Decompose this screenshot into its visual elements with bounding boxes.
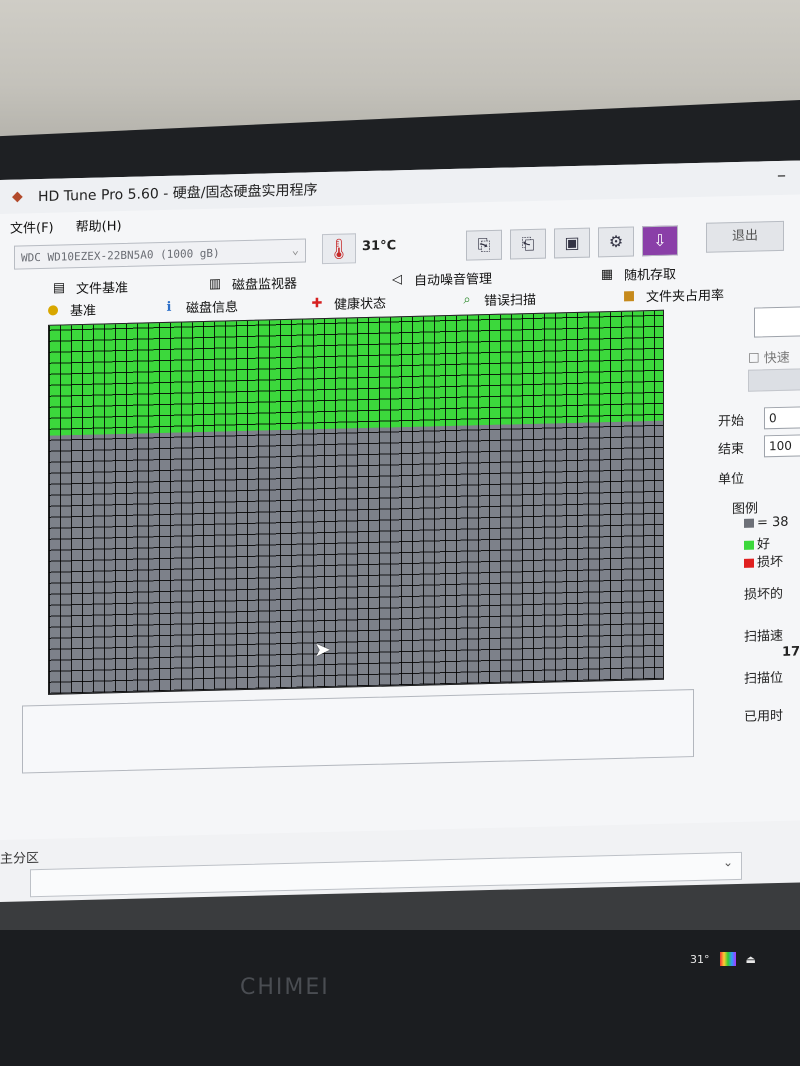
scan-log-box [22, 689, 694, 774]
hdtune-window: ◆ HD Tune Pro 5.60 - 硬盘/固态硬盘实用程序 – 文件(F)… [0, 160, 800, 860]
save-button[interactable]: ⇩ [642, 225, 678, 257]
drive-select[interactable]: WDC WD10EZEX-22BN5A0 (1000 gB) ⌄ [14, 238, 306, 270]
options-button[interactable]: ⚙ [598, 226, 634, 258]
title-bar: ◆ HD Tune Pro 5.60 - 硬盘/固态硬盘实用程序 – [0, 160, 800, 214]
legend-bad-text: 损坏 [757, 554, 784, 571]
tab-label: 磁盘监视器 [232, 276, 298, 294]
quick-scan-checkbox[interactable]: ☐ 快速 [748, 347, 790, 367]
error-scan-grid: ➤ [48, 309, 664, 695]
legend-block-text: = 38 [757, 514, 789, 531]
tab-error-scan[interactable]: ⌕ 错误扫描 [458, 289, 536, 310]
tab-health[interactable]: ✚ 健康状态 [308, 293, 386, 314]
tab-label: 基准 [70, 303, 97, 320]
start-input[interactable]: 0 [764, 406, 800, 430]
color-tray-icon[interactable] [719, 952, 736, 966]
disk-monitor-icon: ▥ [208, 276, 222, 292]
damaged-label: 损坏的 [744, 586, 784, 603]
tab-random-access[interactable]: ▦ 随机存取 [598, 263, 676, 284]
tab-disk-monitor[interactable]: ▥ 磁盘监视器 [206, 273, 297, 294]
green-swatch-icon [744, 540, 754, 550]
menu-file[interactable]: 文件(F) [10, 217, 54, 240]
elapsed-time-label: 已用时 [744, 708, 784, 725]
tab-file-benchmark[interactable]: ▤ 文件基准 [50, 277, 128, 298]
red-cross-icon: ✚ [311, 295, 323, 311]
unit-label: 单位 [718, 471, 745, 488]
monitor-screen: ◆ HD Tune Pro 5.60 - 硬盘/固态硬盘实用程序 – 文件(F)… [0, 130, 800, 950]
minimize-button[interactable]: – [777, 165, 786, 186]
tab-label: 随机存取 [624, 267, 677, 284]
legend-good: 好 [744, 533, 770, 553]
hdtune-logo-icon: ◆ [12, 188, 23, 205]
scan-speed-value: 17 [782, 644, 800, 660]
window-title: HD Tune Pro 5.60 - 硬盘/固态硬盘实用程序 [38, 182, 318, 206]
monitor-bezel-bottom [0, 930, 800, 1066]
mouse-cursor-icon: ➤ [314, 636, 331, 662]
magnifier-icon: ⌕ [463, 291, 471, 308]
start-label: 开始 [718, 413, 745, 430]
info-icon: ℹ [166, 299, 172, 315]
copy-text-button[interactable]: ⎗ [510, 228, 546, 260]
partition-dropdown[interactable]: ⌄ [30, 851, 742, 898]
start-scan-button[interactable] [754, 306, 800, 338]
screenshot-button[interactable]: ▣ [554, 227, 590, 259]
tab-folder-usage[interactable]: ■ 文件夹占用率 [620, 284, 724, 306]
tab-label: 文件夹占用率 [646, 288, 725, 306]
chevron-down-icon: ⌄ [722, 855, 733, 870]
tab-aam[interactable]: ◁ 自动噪音管理 [388, 268, 492, 290]
copy-info-button[interactable]: ⎘ [466, 229, 502, 261]
scan-position-label: 扫描位 [744, 670, 784, 687]
tab-disk-info[interactable]: ℹ 磁盘信息 [160, 296, 239, 317]
drive-select-value: WDC WD10EZEX-22BN5A0 (1000 gB) [21, 246, 220, 264]
tab-label: 错误扫描 [484, 292, 537, 310]
legend-good-text: 好 [757, 537, 771, 553]
end-input[interactable]: 100 [764, 434, 800, 458]
scan-action-button[interactable] [748, 368, 800, 392]
temperature-value: 31°C [362, 238, 397, 255]
legend-bad: 损坏 [744, 551, 783, 571]
chevron-down-icon: ⌄ [291, 242, 299, 257]
tab-benchmark[interactable]: ● 基准 [44, 300, 96, 320]
thermometer-icon: 🌡 [322, 233, 356, 265]
tab-label: 健康状态 [334, 296, 387, 313]
end-label: 结束 [718, 441, 745, 458]
legend-block-size: = 38 [744, 515, 789, 531]
menu-bar: 文件(F) 帮助(H) [0, 215, 122, 240]
monitor-brand-logo: CHIMEI [240, 975, 330, 1000]
random-access-icon: ▦ [600, 266, 614, 282]
menu-help[interactable]: 帮助(H) [76, 215, 122, 238]
red-swatch-icon [744, 558, 754, 568]
speaker-icon: ◁ [392, 271, 402, 287]
folder-icon: ■ [622, 287, 636, 304]
gray-swatch-icon [744, 518, 754, 528]
tab-label: 自动噪音管理 [414, 271, 493, 289]
tray-temperature: 31° [690, 952, 710, 966]
scan-speed-label: 扫描速 [744, 628, 784, 645]
block-grid-lines [49, 310, 663, 694]
system-tray: 31° ⏏ [690, 952, 756, 966]
lightbulb-icon: ● [47, 302, 59, 318]
quick-scan-label: 快速 [763, 350, 790, 367]
legend-title: 图例 [732, 501, 759, 518]
tab-label: 文件基准 [76, 280, 129, 298]
usb-drive-icon[interactable]: ⏏ [746, 953, 756, 966]
tab-label: 磁盘信息 [186, 300, 239, 317]
partition-label: 主分区 [0, 851, 40, 867]
file-benchmark-icon: ▤ [52, 279, 66, 296]
exit-button[interactable]: 退出 [706, 220, 784, 253]
